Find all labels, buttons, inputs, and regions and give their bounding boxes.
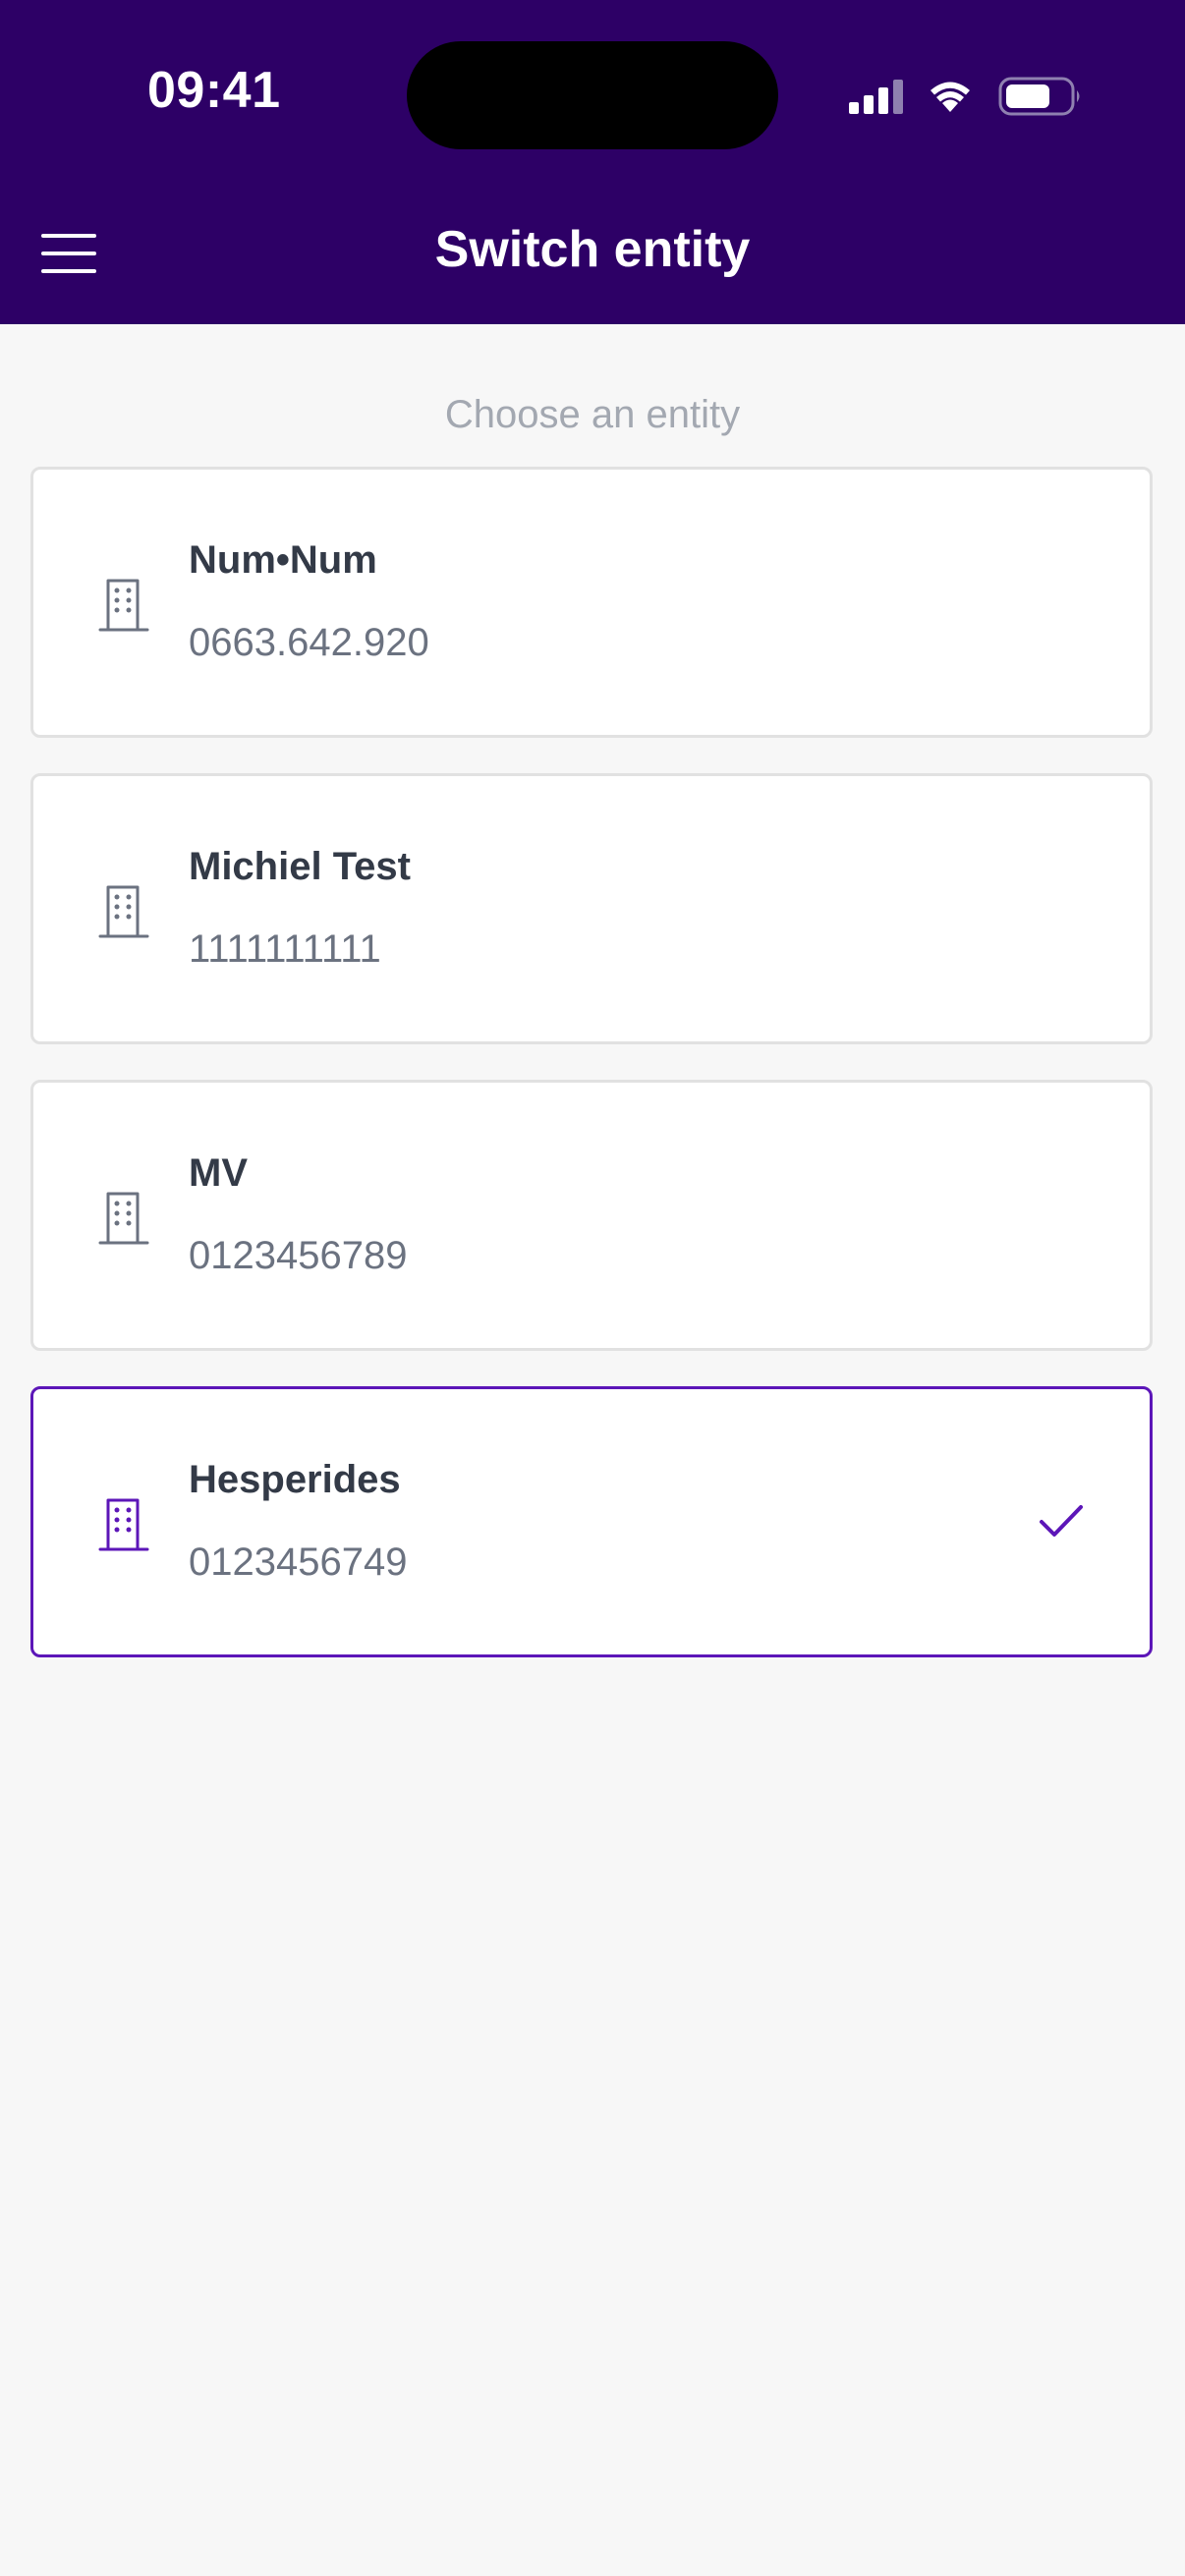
entity-card-mv[interactable]: MV 0123456789 [30,1080,1153,1351]
checkmark-icon [1040,1505,1083,1537]
entity-name: Michiel Test [189,845,411,888]
entity-name: Num•Num [189,538,377,582]
dynamic-island [407,41,778,149]
entity-number: 0663.642.920 [189,621,429,664]
page-title: Switch entity [434,221,751,278]
building-icon [98,579,149,632]
entity-name: MV [189,1151,248,1195]
battery-icon [998,77,1080,116]
entity-card-num-num[interactable]: Num•Num 0663.642.920 [30,467,1153,738]
building-icon [98,885,149,938]
cellular-signal-icon [849,80,903,114]
building-icon [98,1498,149,1551]
section-label: Choose an entity [444,393,741,436]
entity-number: 1111111111 [189,927,381,971]
wifi-icon [931,82,970,112]
building-icon [98,1192,149,1245]
status-icons [847,73,1083,120]
status-time: 09:41 [147,62,281,119]
entity-name: Hesperides [189,1458,401,1501]
entity-number: 0123456749 [189,1540,408,1584]
app-header: 09:41 Switch entity [0,0,1185,324]
entity-number: 0123456789 [189,1234,408,1277]
entity-card-hesperides[interactable]: Hesperides 0123456749 [30,1386,1153,1657]
entity-card-michiel-test[interactable]: Michiel Test 1111111111 [30,773,1153,1044]
